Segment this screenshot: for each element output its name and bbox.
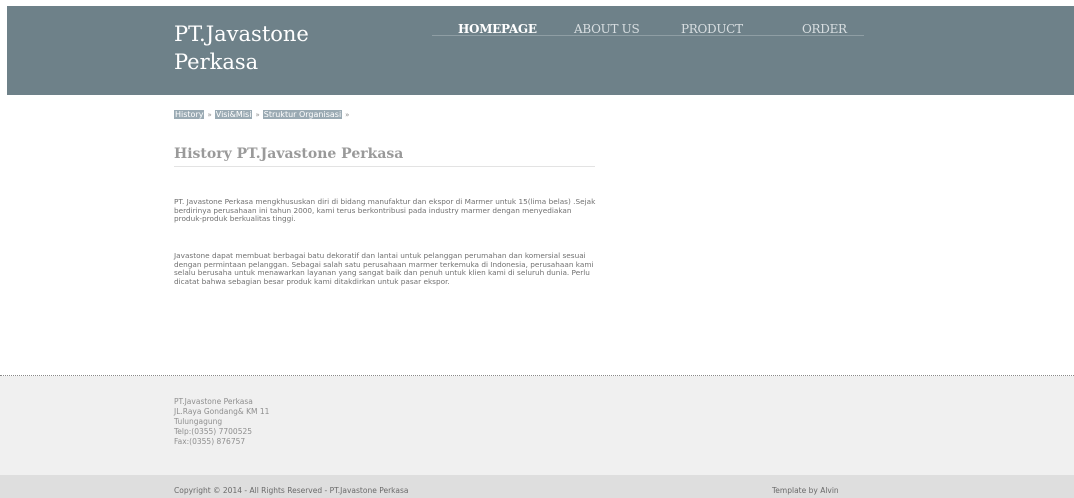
nav-about-us[interactable]: ABOUT US: [574, 22, 640, 36]
site-footer: [0, 376, 1074, 475]
footer-address: PT.Javastone Perkasa JL.Raya Gondang& KM…: [174, 397, 269, 447]
nav-product[interactable]: PRODUCT: [681, 22, 743, 36]
address-company: PT.Javastone Perkasa: [174, 397, 253, 406]
address-phone: Telp:(0355) 7700525: [174, 427, 253, 436]
breadcrumb-separator: »: [255, 111, 260, 119]
history-paragraph-1: PT. Javastone Perkasa mengkhususkan diri…: [174, 197, 596, 224]
nav-homepage[interactable]: HOMEPAGE: [458, 22, 537, 36]
breadcrumb-separator: »: [207, 111, 212, 119]
breadcrumb-visi-misi[interactable]: Visi&Misi: [214, 110, 253, 119]
site-header: [7, 6, 1074, 95]
main-nav: HOMEPAGE ABOUT US PRODUCT ORDER: [0, 22, 1074, 42]
address-fax: Fax:(0355) 876757: [174, 437, 246, 446]
nav-order[interactable]: ORDER: [802, 22, 847, 36]
copyright-text: Copyright © 2014 - All Rights Reserved -…: [174, 486, 409, 495]
bottom-bar: [0, 475, 1074, 498]
breadcrumb-history[interactable]: History: [174, 110, 205, 119]
breadcrumb: History» Visi&Misi» Struktur Organisasi»: [174, 110, 352, 120]
address-city: Tulungagung: [174, 417, 223, 426]
logo-line-2: Perkasa: [174, 50, 259, 74]
page-title: History PT.Javastone Perkasa: [174, 146, 404, 162]
breadcrumb-struktur-organisasi[interactable]: Struktur Organisasi: [262, 110, 343, 119]
address-street: JL.Raya Gondang& KM 11: [174, 407, 270, 416]
history-paragraph-2: Javastone dapat membuat berbagai batu de…: [174, 251, 594, 286]
title-divider: [174, 166, 595, 167]
template-credit: Template by Alvin: [772, 486, 839, 495]
breadcrumb-separator: »: [345, 111, 350, 119]
